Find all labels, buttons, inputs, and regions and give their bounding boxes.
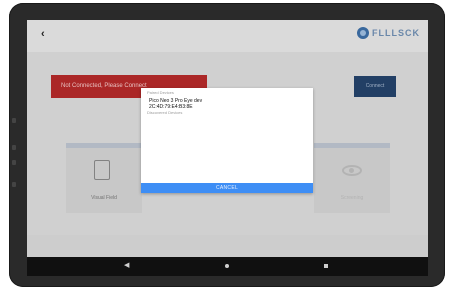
discovered-devices-header: Discovered Devices [147,110,183,115]
nav-back-icon[interactable]: ◀ [124,261,129,269]
bluetooth-device-dialog: Paired Devices Pico Neo 3 Pro Eye dev 2C… [141,88,313,193]
screen: ‹ FLLLSCK Not Connected, Please Connect … [27,20,428,276]
nav-home-icon[interactable] [225,264,229,268]
android-nav-bar: ◀ [27,257,428,276]
side-button [12,118,16,123]
side-button [12,160,16,165]
nav-recents-icon[interactable] [324,264,328,268]
side-button [12,182,16,187]
side-button [12,145,16,150]
cancel-button[interactable]: CANCEL [141,183,313,193]
paired-devices-header: Paired Devices [147,90,174,95]
